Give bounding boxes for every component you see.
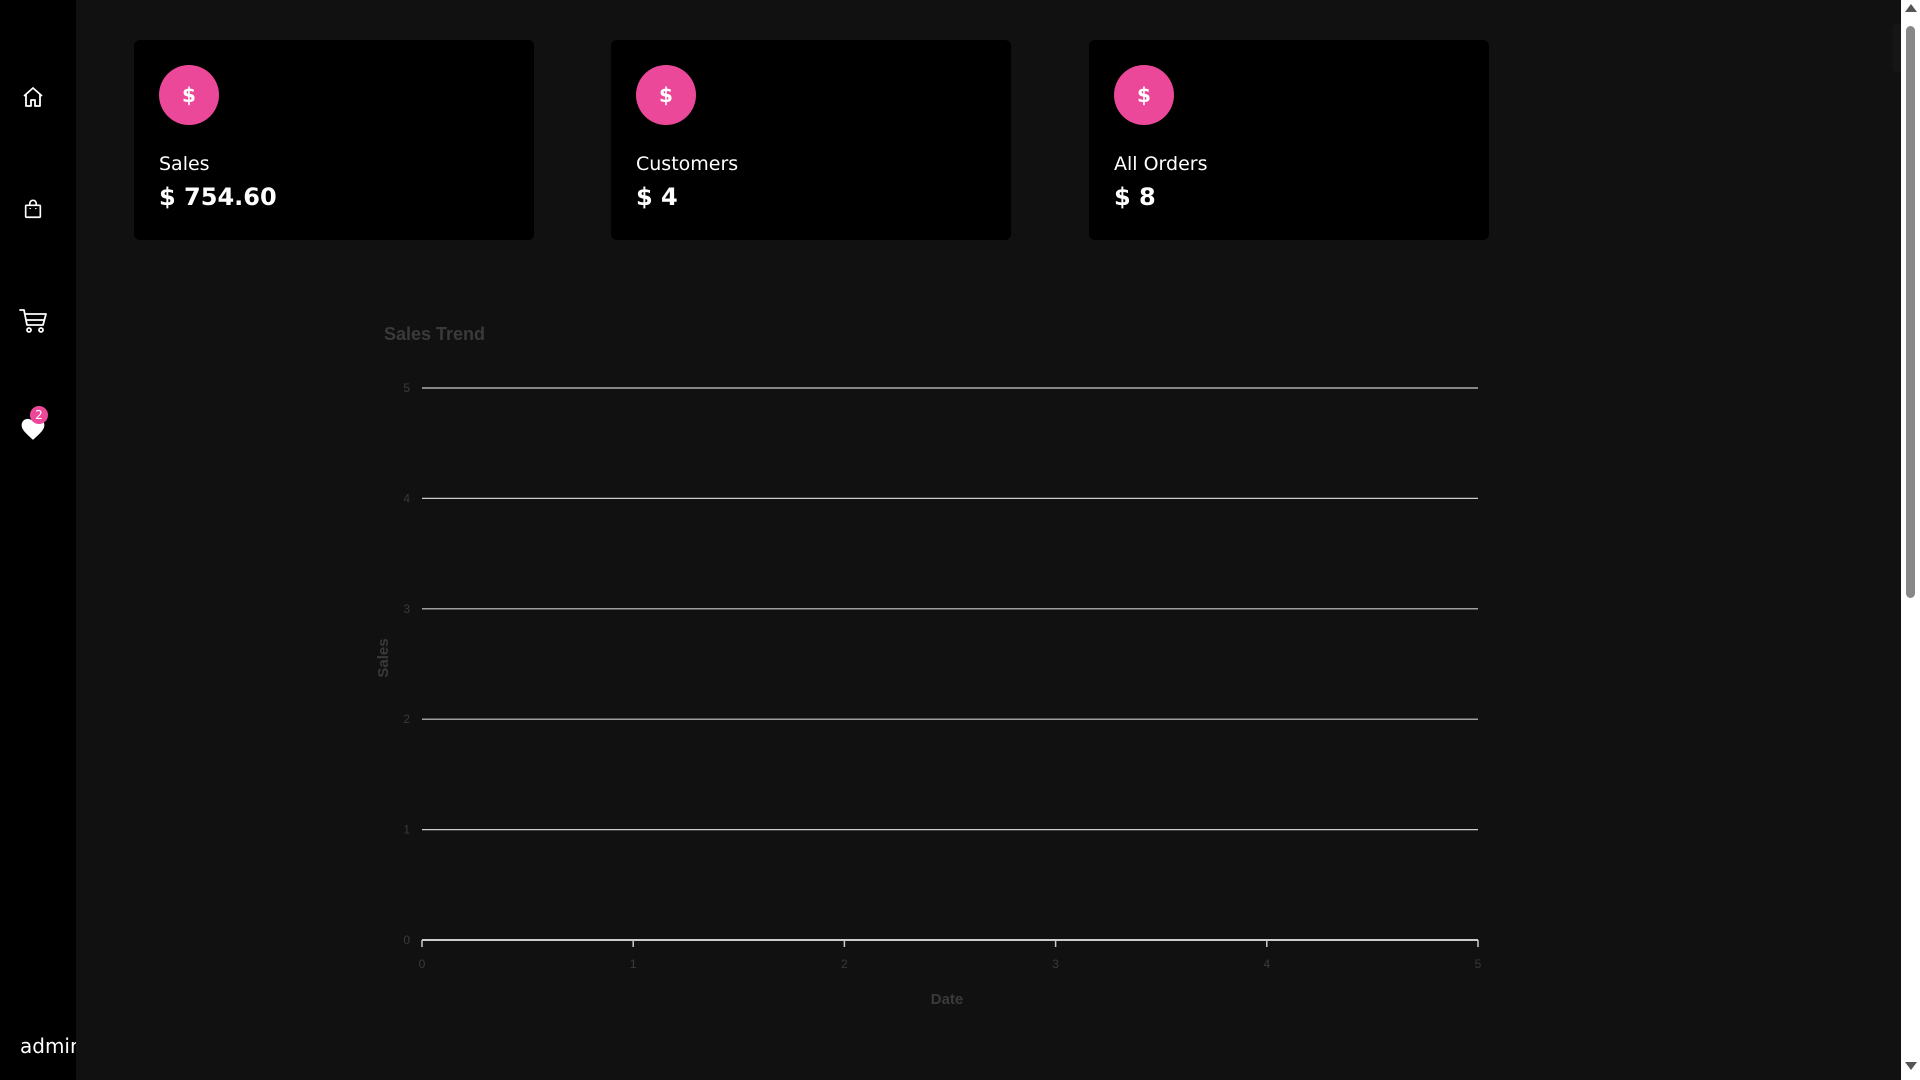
chart-x-tick-label: 3 (1052, 957, 1059, 971)
shopping-bag-icon (24, 199, 42, 219)
app-window: 2 admin $ Sales $ 754.60 $ Customers $ 4… (0, 0, 1920, 1080)
nav-cart[interactable] (18, 306, 48, 336)
customers-card: $ Customers $ 4 (611, 40, 1011, 240)
sidebar: 2 admin (0, 0, 83, 1080)
nav-favorites[interactable]: 2 (18, 406, 48, 444)
sales-card-label: Sales (159, 153, 210, 175)
chart-x-axis-label: Date (931, 991, 964, 1008)
sales-trend-chart-svg: Sales Trend Date Sales 0 1 2 3 4 5 0 1 2 3 4 5 (375, 324, 1482, 1008)
dashboard-main: $ Sales $ 754.60 $ Customers $ 4 $ All O… (76, 0, 1920, 1080)
chart-x-tick-label: 0 (419, 957, 426, 971)
chart-x-tick-label: 4 (1263, 957, 1270, 971)
chart-gridlines (422, 387, 1478, 941)
chart-x-tick-label: 5 (1475, 957, 1482, 971)
sales-card: $ Sales $ 754.60 (134, 40, 534, 240)
chart-y-tick-label: 0 (403, 933, 410, 947)
chart-x-tick-label: 2 (841, 957, 848, 971)
home-icon (23, 87, 43, 107)
sales-card-value: $ 754.60 (159, 183, 277, 211)
dollar-icon: $ (636, 65, 696, 125)
chart-y-tick-label: 2 (403, 712, 410, 726)
chart-x-tick-label: 1 (630, 957, 637, 971)
chart-y-tick-label: 1 (403, 823, 410, 837)
chart-y-tick-label: 4 (403, 491, 410, 505)
customers-card-label: Customers (636, 153, 739, 175)
scroll-down-arrow-icon[interactable] (1905, 1062, 1917, 1070)
orders-card: $ All Orders $ 8 (1089, 40, 1489, 240)
scroll-up-arrow-icon[interactable] (1905, 4, 1917, 12)
chart-x-ticks: 0 1 2 3 4 5 (419, 940, 1482, 971)
chart-y-axis-label: Sales (375, 638, 392, 677)
orders-card-label: All Orders (1114, 153, 1208, 175)
dollar-icon: $ (1114, 65, 1174, 125)
scrollbar-thumb[interactable] (1906, 26, 1915, 598)
cart-icon (19, 309, 47, 333)
customers-card-value: $ 4 (636, 183, 678, 211)
dollar-icon: $ (159, 65, 219, 125)
vertical-scrollbar[interactable] (1901, 0, 1920, 1080)
chart-y-ticks: 0 1 2 3 4 5 (403, 381, 410, 947)
user-name-label[interactable]: admin (20, 1034, 83, 1058)
orders-card-value: $ 8 (1114, 183, 1156, 211)
sales-trend-chart: Sales Trend Date Sales 0 1 2 3 4 5 0 1 2 3 4 5 (366, 310, 1506, 1040)
nav-home[interactable] (18, 82, 48, 112)
nav-shop[interactable] (18, 194, 48, 224)
chart-title: Sales Trend (384, 324, 485, 344)
chart-y-tick-label: 3 (403, 602, 410, 616)
chart-y-tick-label: 5 (403, 381, 410, 395)
favorites-count-badge: 2 (30, 406, 48, 424)
